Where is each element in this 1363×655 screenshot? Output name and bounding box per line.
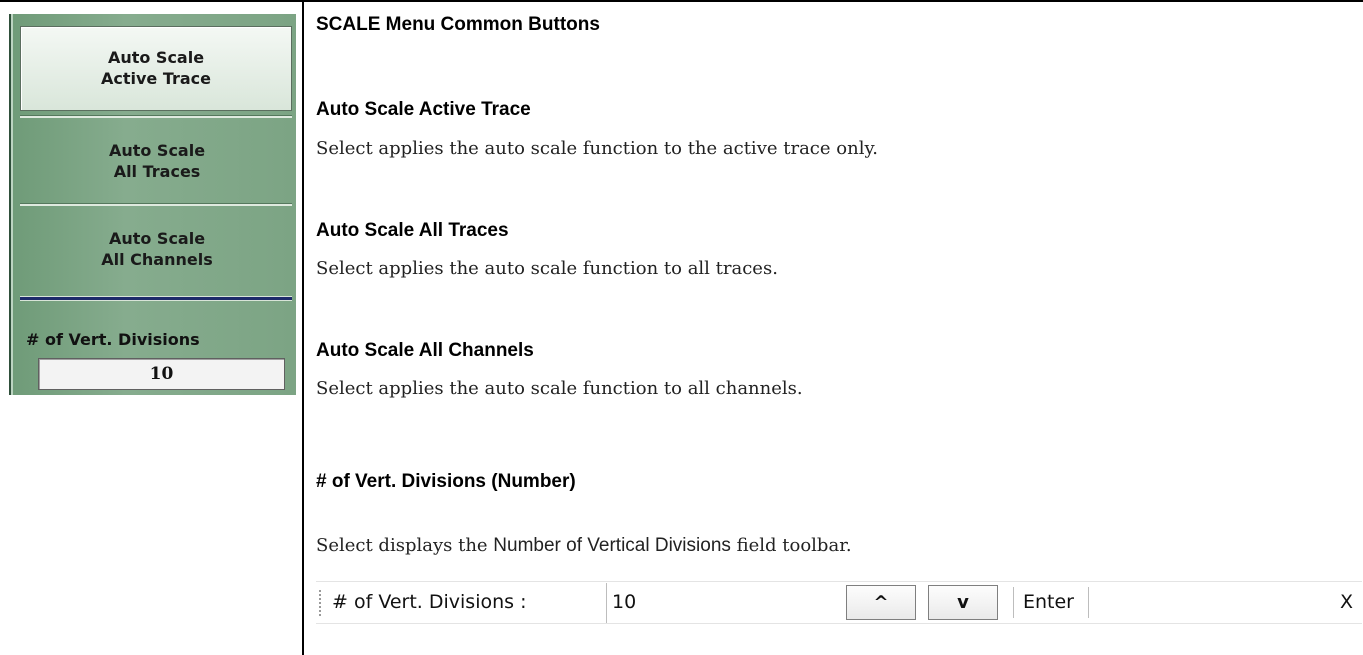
panel-edge: [11, 14, 13, 395]
vert-divisions-label: # of Vert. Divisions: [26, 330, 200, 349]
enter-button[interactable]: Enter: [1023, 591, 1074, 613]
section-text: Select applies the auto scale function t…: [316, 258, 778, 279]
auto-scale-all-traces-button[interactable]: Auto Scale All Traces: [22, 120, 292, 205]
section-text: Select applies the auto scale function t…: [316, 138, 878, 159]
button-line1: Auto Scale: [108, 141, 206, 160]
top-rule: [0, 0, 1363, 2]
section-heading: Auto Scale All Traces: [316, 220, 509, 241]
section-heading: Auto Scale Active Trace: [316, 99, 531, 120]
text-after: field toolbar.: [730, 535, 852, 556]
button-line1: Auto Scale: [107, 48, 205, 67]
toolbar-label: # of Vert. Divisions :: [332, 591, 527, 613]
section-text: Select applies the auto scale function t…: [316, 378, 803, 399]
text-emphasis: Number of Vertical Divisions: [493, 535, 731, 556]
page-title: SCALE Menu Common Buttons: [316, 14, 600, 35]
menu-separator-blue: [20, 296, 292, 301]
close-button[interactable]: X: [1340, 591, 1353, 613]
toolbar-grip[interactable]: [319, 590, 321, 616]
button-line1: Auto Scale: [108, 229, 206, 248]
section-heading: Auto Scale All Channels: [316, 340, 534, 361]
decrement-button[interactable]: v: [928, 585, 998, 620]
button-line2: Active Trace: [100, 69, 212, 88]
section-heading: # of Vert. Divisions (Number): [316, 471, 576, 492]
button-line2: All Traces: [113, 162, 201, 181]
auto-scale-all-channels-button[interactable]: Auto Scale All Channels: [22, 208, 292, 293]
vert-divisions-toolbar: # of Vert. Divisions : 10 ^ v Enter X: [316, 581, 1362, 624]
toolbar-value-input[interactable]: 10: [606, 583, 845, 623]
toolbar-divider: [1088, 587, 1089, 618]
menu-separator: [20, 203, 292, 206]
toolbar-divider: [1013, 587, 1014, 618]
vert-divisions-field[interactable]: 10: [38, 358, 285, 390]
increment-button[interactable]: ^: [846, 585, 916, 620]
button-line2: All Channels: [101, 250, 213, 269]
scale-menu-panel: Auto Scale Active Trace Auto Scale All T…: [9, 14, 296, 395]
menu-separator: [20, 115, 292, 118]
section-text: Select displays the Number of Vertical D…: [316, 535, 852, 557]
text-before: Select displays the: [316, 535, 494, 556]
column-divider: [302, 0, 304, 655]
auto-scale-active-trace-button[interactable]: Auto Scale Active Trace: [20, 26, 292, 111]
